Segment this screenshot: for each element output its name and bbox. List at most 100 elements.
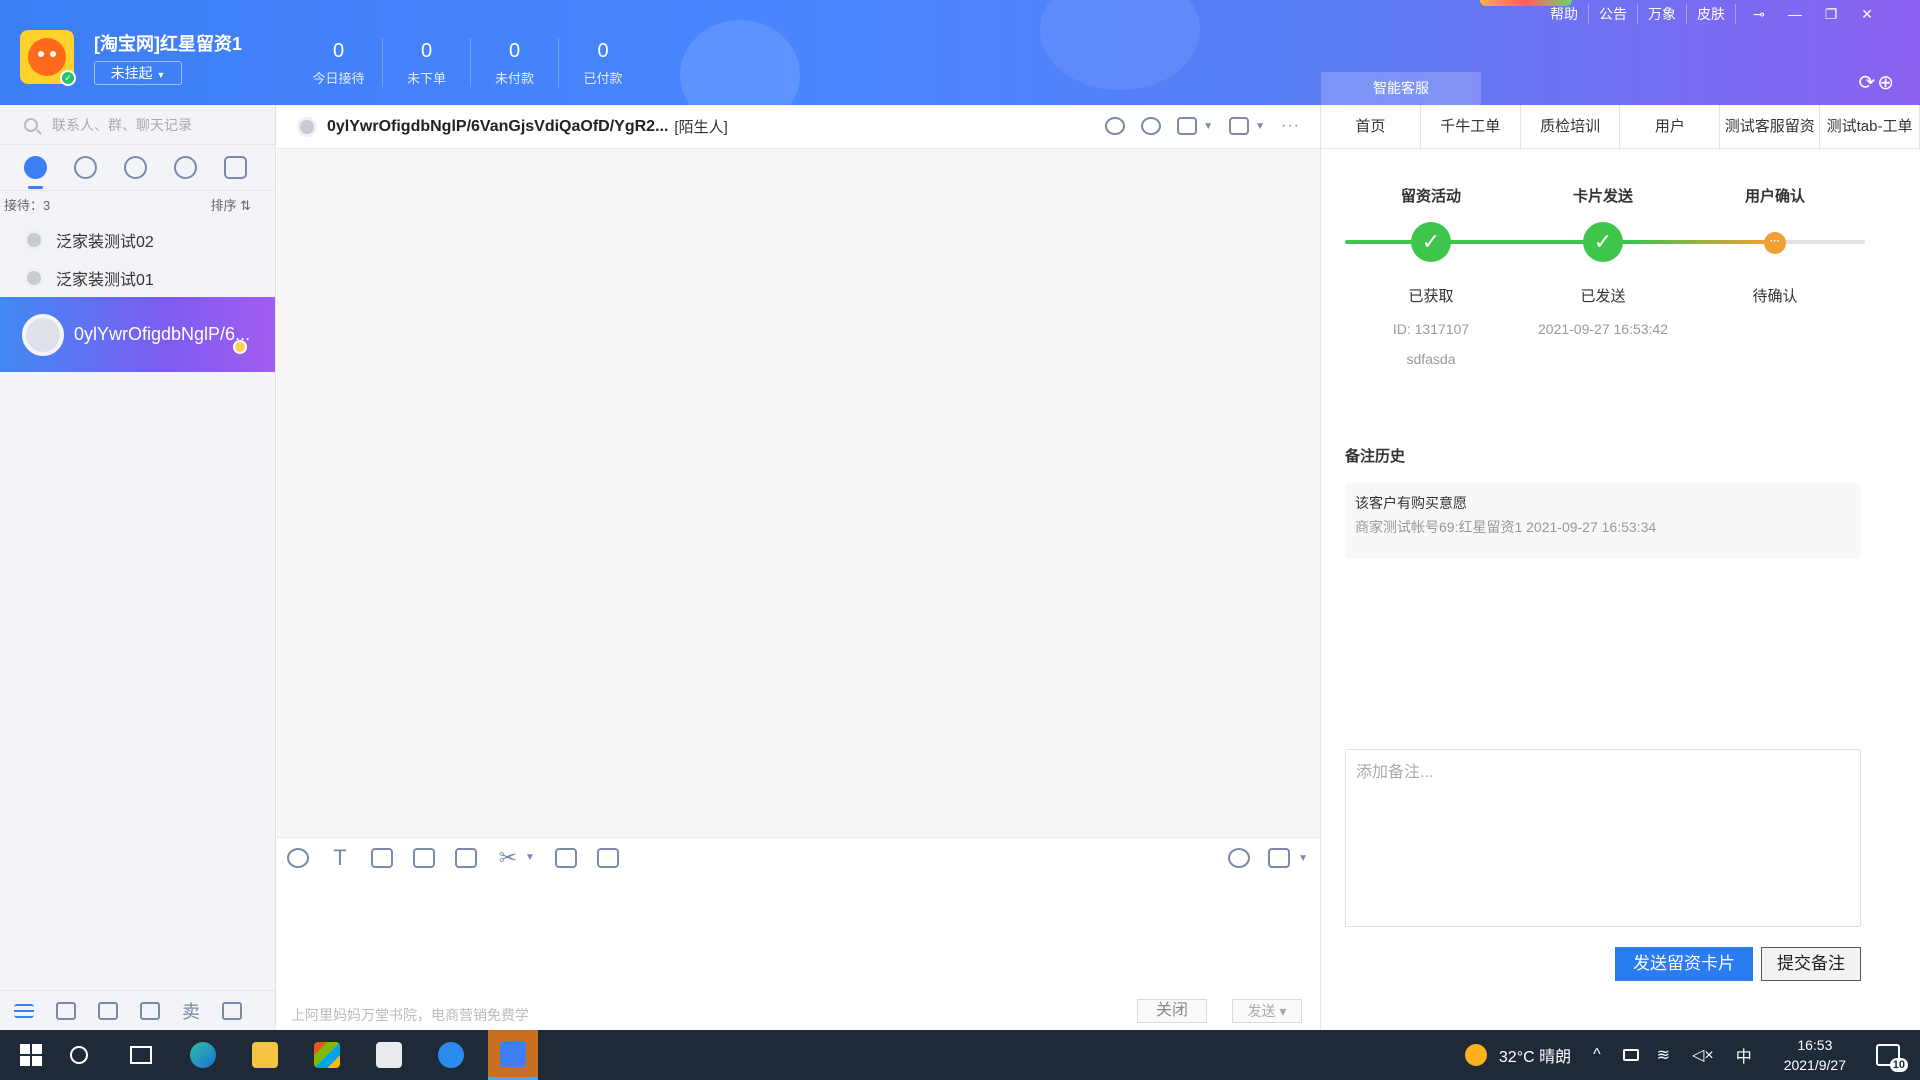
send-button[interactable]: 发送 ▾ bbox=[1232, 999, 1302, 1023]
taskbar-search[interactable] bbox=[54, 1030, 104, 1080]
promo-link[interactable]: 上阿里妈妈万堂书院，电商营销免费学 bbox=[291, 1005, 529, 1025]
tab-home[interactable]: 首页 bbox=[1321, 105, 1421, 148]
step-status: 已发送 bbox=[1580, 288, 1626, 305]
taskbar-mail[interactable] bbox=[364, 1030, 414, 1080]
tab-test-lead[interactable]: 测试客服留资 bbox=[1720, 105, 1821, 148]
folder-icon[interactable] bbox=[455, 847, 477, 868]
task-view-icon bbox=[130, 1046, 152, 1064]
menu-wanxiang[interactable]: 万象 bbox=[1638, 4, 1687, 24]
video-icon[interactable] bbox=[1229, 117, 1250, 135]
contact-item[interactable]: 泛家装测试01 bbox=[0, 259, 275, 297]
taskbar-task-view[interactable] bbox=[116, 1030, 166, 1080]
tab-work-order[interactable]: 千牛工单 bbox=[1421, 105, 1521, 148]
tab-user[interactable]: 用户 bbox=[1620, 105, 1721, 148]
menu-announcement[interactable]: 公告 bbox=[1589, 4, 1638, 24]
stat-unpaid[interactable]: 0 未付款 bbox=[471, 38, 559, 87]
contact-icon[interactable] bbox=[124, 156, 147, 179]
stat-not-ordered[interactable]: 0 未下单 bbox=[383, 38, 471, 87]
taskbar-edge[interactable] bbox=[178, 1030, 228, 1080]
refresh-icon[interactable]: ⟳ bbox=[1858, 72, 1877, 94]
text-format-icon[interactable]: T bbox=[329, 846, 351, 868]
contact-item[interactable]: 泛家装测试02 bbox=[0, 221, 275, 259]
step-name: sdfasda bbox=[1406, 351, 1456, 367]
chevron-down-icon[interactable]: ▼ bbox=[525, 852, 535, 863]
task-check-icon[interactable] bbox=[1177, 117, 1198, 135]
layout-icon[interactable] bbox=[222, 1001, 242, 1020]
send-lead-card-button[interactable]: 发送留资卡片 bbox=[1615, 947, 1753, 981]
tab-smart-service[interactable]: 智能客服 bbox=[1321, 72, 1481, 105]
chevron-up-icon[interactable]: ^ bbox=[1593, 1046, 1601, 1064]
contact-item-active[interactable]: 0ylYwrOfigdbNglP/6... bbox=[0, 297, 275, 372]
video-play-icon[interactable] bbox=[413, 847, 435, 868]
minimize-icon[interactable]: — bbox=[1782, 6, 1808, 22]
add-circle-icon[interactable]: ⊕ bbox=[1877, 72, 1896, 94]
menu-icon[interactable] bbox=[14, 1003, 34, 1018]
top-header: ✓ [淘宝网]红星留资1 未挂起 ▼ 0 今日接待 0 未下单 0 未付款 0 已付款 … bbox=[0, 0, 1920, 105]
battery-icon[interactable] bbox=[1622, 1049, 1639, 1061]
close-chat-button[interactable]: 关闭 bbox=[1137, 999, 1207, 1023]
history-doc-icon[interactable] bbox=[1268, 848, 1291, 868]
menu-skin[interactable]: 皮肤 bbox=[1687, 4, 1736, 24]
sidebar-tabs bbox=[0, 145, 275, 191]
taskbar-feishu[interactable] bbox=[426, 1030, 476, 1080]
volume-icon[interactable]: ◁× bbox=[1692, 1045, 1714, 1065]
group-icon[interactable] bbox=[174, 156, 197, 179]
user-avatar[interactable]: ✓ bbox=[20, 30, 76, 86]
pin-icon[interactable]: ⊸ bbox=[1746, 6, 1772, 23]
clock-icon[interactable] bbox=[74, 156, 97, 179]
taskbar-qianniu[interactable] bbox=[488, 1030, 538, 1080]
stat-today-reception[interactable]: 0 今日接待 bbox=[295, 38, 383, 87]
ime-indicator[interactable]: 中 bbox=[1736, 1043, 1752, 1067]
emoji-icon[interactable] bbox=[287, 847, 309, 868]
taskbar-explorer[interactable] bbox=[240, 1030, 290, 1080]
input-toolbar: T ✂ ▼ ▼ bbox=[277, 837, 1320, 877]
menu-help[interactable]: 帮助 bbox=[1540, 4, 1589, 24]
lead-progress-steps: 留资活动 ✓ 已获取 ID: 1317107 sdfasda 卡片发送 ✓ 已发… bbox=[1345, 185, 1865, 385]
chevron-down-icon[interactable]: ▼ bbox=[1203, 121, 1213, 132]
close-icon[interactable]: ✕ bbox=[1854, 6, 1880, 23]
quick-reply-icon[interactable] bbox=[1228, 848, 1251, 868]
sell-button[interactable]: 卖 bbox=[182, 998, 200, 1024]
clock[interactable]: 16:53 2021/9/27 bbox=[1784, 1035, 1846, 1075]
download-box-icon[interactable] bbox=[56, 1001, 76, 1020]
tab-qa-training[interactable]: 质检培训 bbox=[1521, 105, 1621, 148]
scissors-icon[interactable]: ✂ bbox=[497, 846, 519, 868]
search-box[interactable]: 联系人、群、聊天记录 bbox=[0, 105, 275, 145]
clock-date: 2021/9/27 bbox=[1783, 1057, 1846, 1073]
shop-icon[interactable] bbox=[140, 1001, 160, 1020]
status-dropdown[interactable]: 未挂起 ▼ bbox=[94, 61, 182, 85]
chevron-down-icon: ▼ bbox=[156, 70, 166, 80]
chevron-down-icon[interactable]: ▼ bbox=[1255, 121, 1265, 132]
message-list[interactable] bbox=[277, 149, 1320, 837]
chat-dots-icon[interactable] bbox=[1105, 117, 1126, 135]
restore-icon[interactable]: ❐ bbox=[1818, 6, 1844, 23]
sidebar-bottom-bar: 卖 bbox=[0, 990, 275, 1030]
contact-name: 泛家装测试02 bbox=[56, 234, 154, 251]
notification-icon[interactable]: 10 bbox=[1876, 1044, 1908, 1072]
notes-history-title: 备注历史 bbox=[1345, 448, 1406, 465]
coupon-icon[interactable] bbox=[596, 847, 619, 868]
add-contact-icon[interactable] bbox=[1141, 117, 1162, 135]
wifi-icon[interactable]: ≋ bbox=[1657, 1045, 1670, 1065]
tab-test-work-order[interactable]: 测试tab-工单 bbox=[1820, 105, 1920, 148]
more-icon[interactable]: ··· bbox=[1281, 117, 1300, 135]
weather-text[interactable]: 32°C 晴朗 bbox=[1499, 1043, 1571, 1067]
inbox-icon[interactable] bbox=[98, 1001, 118, 1020]
image-icon[interactable] bbox=[371, 847, 393, 868]
stat-label: 未下单 bbox=[406, 71, 446, 86]
stat-value: 0 bbox=[508, 40, 521, 62]
step-title: 用户确认 bbox=[1744, 188, 1805, 205]
contact-name: 0ylYwrOfigdbNglP/6... bbox=[74, 324, 251, 344]
stat-label: 今日接待 bbox=[312, 71, 365, 86]
stat-paid[interactable]: 0 已付款 bbox=[559, 38, 647, 87]
taskbar-store[interactable] bbox=[302, 1030, 352, 1080]
org-tree-icon[interactable] bbox=[224, 156, 247, 179]
chevron-down-icon[interactable]: ▼ bbox=[1298, 853, 1308, 864]
chat-bubble-icon[interactable] bbox=[24, 156, 47, 189]
note-input[interactable] bbox=[1345, 749, 1861, 927]
sort-button[interactable]: 排序 ⇅ bbox=[210, 191, 251, 221]
calculator-icon[interactable] bbox=[554, 847, 577, 868]
submit-note-button[interactable]: 提交备注 bbox=[1761, 947, 1861, 981]
message-input[interactable] bbox=[277, 877, 1320, 999]
windows-start-icon[interactable] bbox=[20, 1044, 42, 1066]
